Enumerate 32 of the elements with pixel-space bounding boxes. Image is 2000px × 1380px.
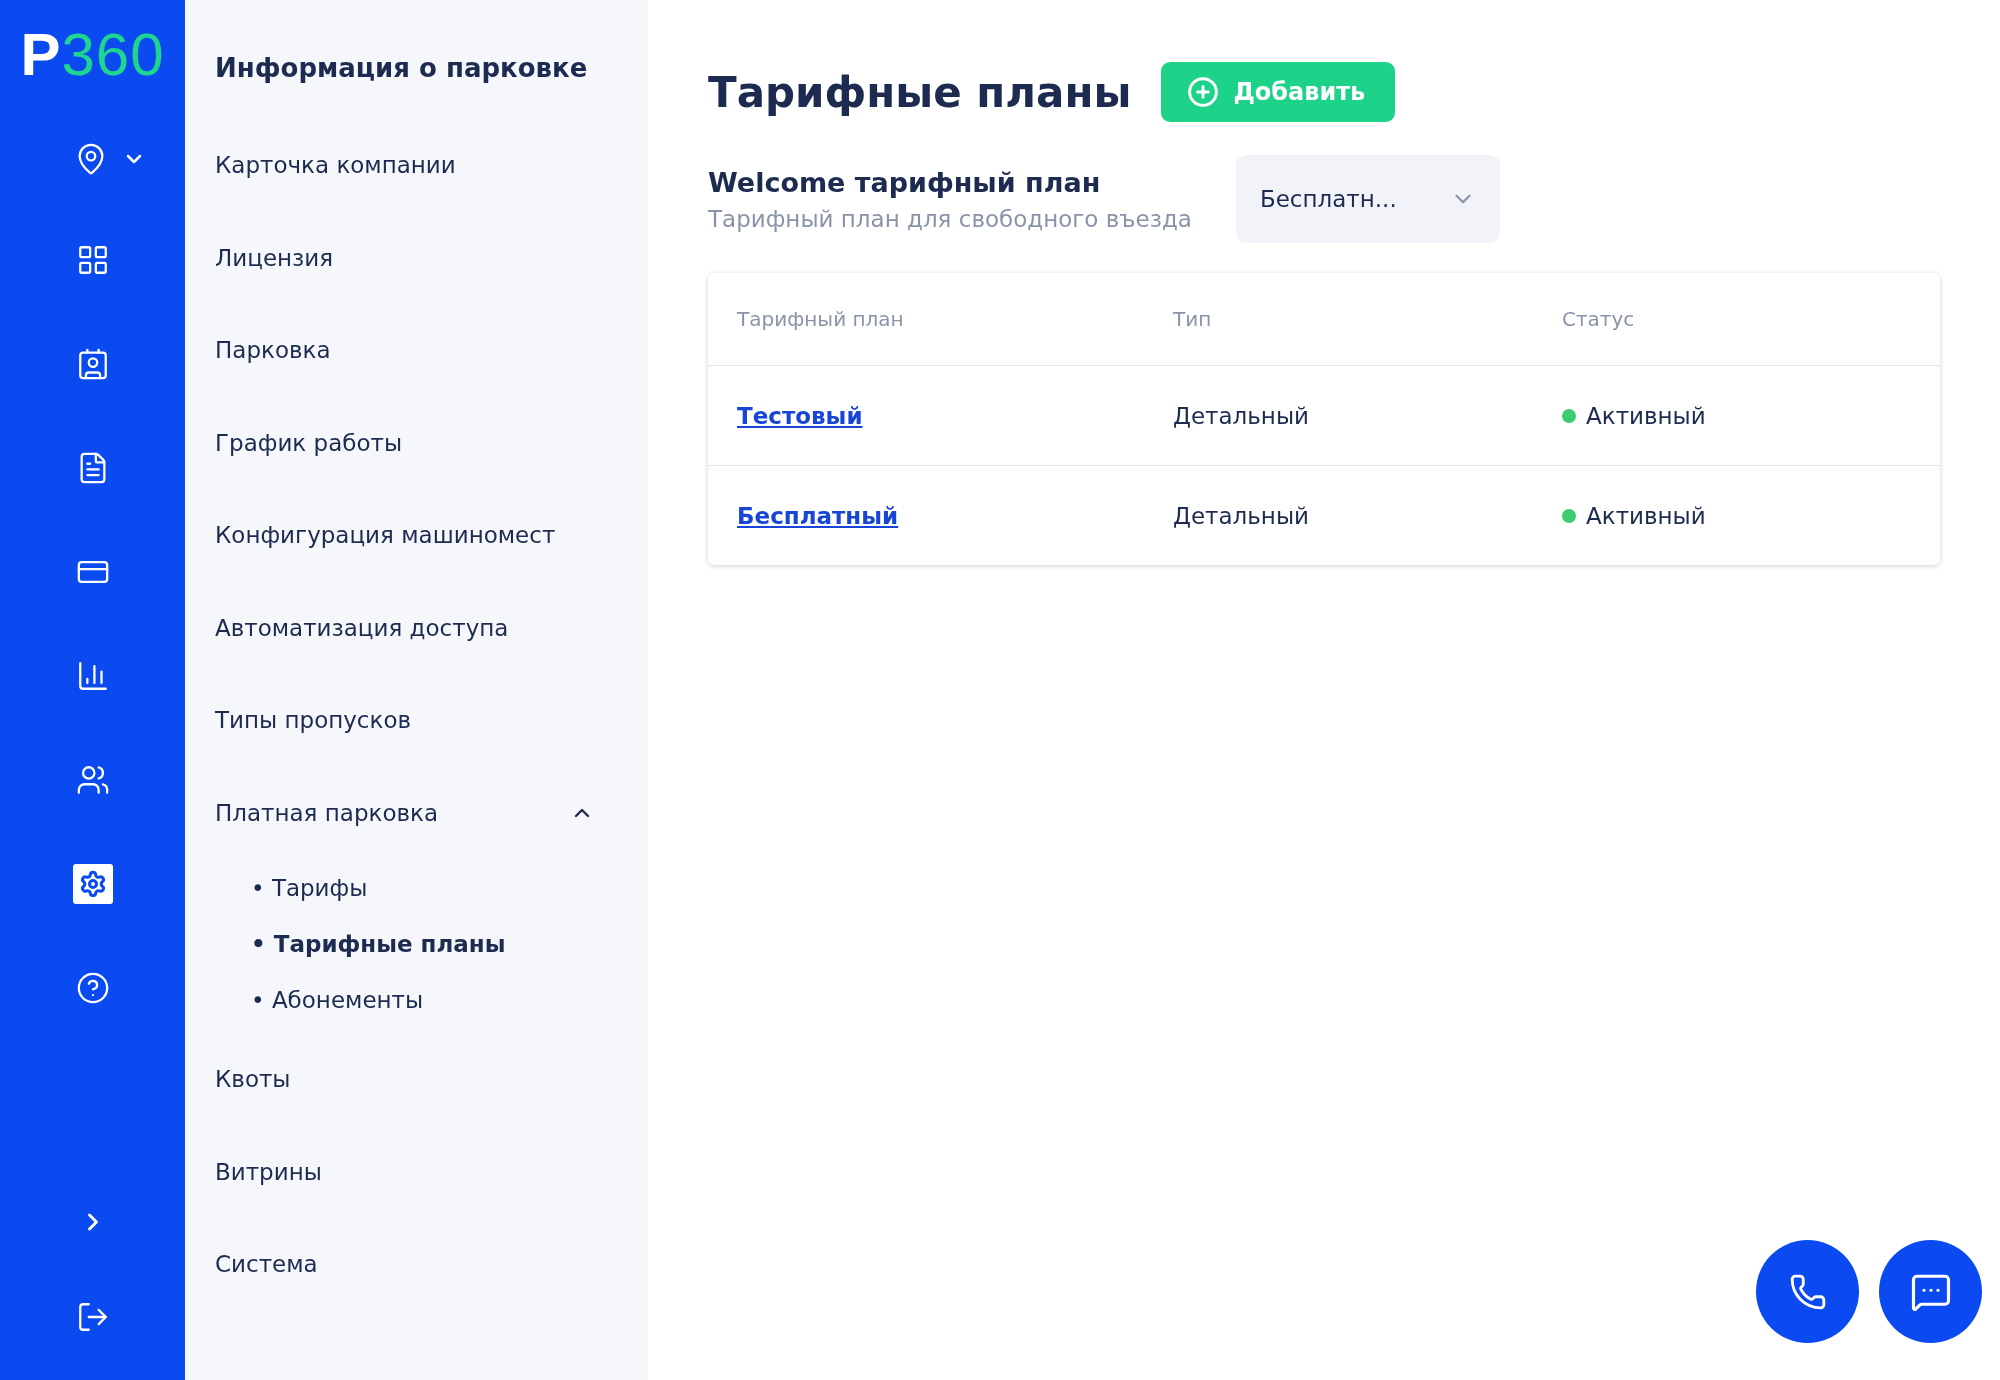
plan-link[interactable]: Тестовый: [737, 402, 863, 429]
plus-icon: [1187, 76, 1220, 108]
sidebar-item[interactable]: Типы пропусков: [215, 697, 618, 743]
sidebar-item[interactable]: Квоты: [215, 1056, 618, 1102]
status-text: Активный: [1586, 502, 1706, 529]
sidebar-item[interactable]: Парковка: [215, 327, 618, 373]
column-header: Тип: [1173, 307, 1213, 331]
sidebar-subitem[interactable]: • Тарифные планы: [251, 916, 618, 972]
welcome-plan-description: Тарифный план для свободного въезда: [708, 205, 1192, 232]
sidebar-item[interactable]: Автоматизация доступа: [215, 604, 618, 651]
sidebar-item[interactable]: Лицензия: [215, 234, 618, 281]
sidebar-item[interactable]: Конфигурация машиномест: [215, 512, 618, 558]
sidebar-item[interactable]: Витрины: [215, 1148, 618, 1195]
plan-select[interactable]: Бесплатн...: [1235, 155, 1500, 243]
sidebar-item[interactable]: Платная парковка: [215, 789, 618, 836]
sidebar-item[interactable]: Система: [215, 1241, 618, 1287]
table-cell-text: Детальный: [1173, 502, 1310, 529]
sidebar-subitem[interactable]: • Тарифы: [251, 860, 618, 916]
status-text: Активный: [1586, 402, 1706, 429]
page-title: Тарифные планы: [708, 67, 1132, 117]
sidebar-subitem[interactable]: • Абонементы: [251, 972, 618, 1028]
column-header: Статус: [1562, 307, 1636, 331]
sidebar-item[interactable]: Карточка компании: [215, 142, 618, 188]
phone-icon: [1788, 1272, 1827, 1311]
plan-link[interactable]: Бесплатный: [737, 502, 899, 529]
column-header: Тарифный план: [737, 307, 905, 331]
sidebar-title: Информация о парковке: [215, 52, 589, 85]
settings-icon[interactable]: [72, 864, 113, 904]
welcome-plan-title: Welcome тарифный план: [708, 166, 1102, 198]
table-cell-text: Детальный: [1173, 402, 1310, 429]
logo: P360: [20, 22, 165, 88]
sidebar-item[interactable]: График работы: [215, 419, 618, 466]
